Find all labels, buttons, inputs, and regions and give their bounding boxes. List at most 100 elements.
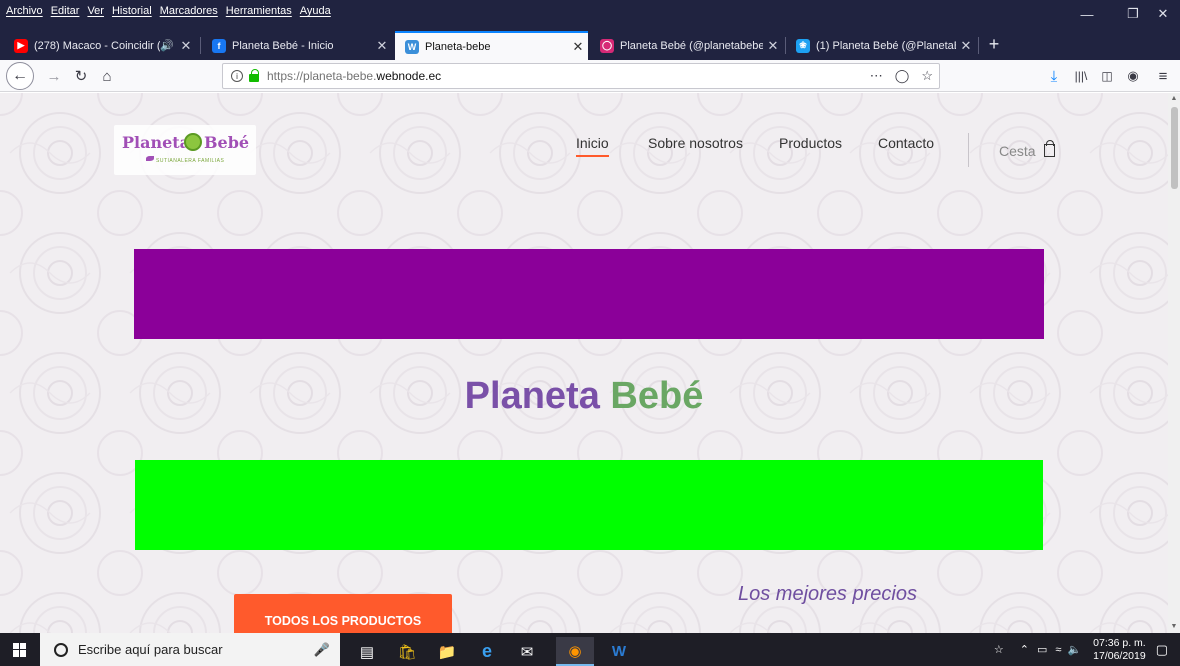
home-icon[interactable]: ⌂: [96, 64, 118, 88]
download-icon[interactable]: ⤓: [1044, 64, 1064, 88]
close-window-button[interactable]: ✕: [1146, 0, 1180, 28]
word-icon[interactable]: W: [600, 637, 638, 666]
system-tray: ☆ ⌃ ▭ ≈ 🔈 07:36 p. m. 17/06/2019 ▢: [994, 633, 1180, 666]
tab-separator: [978, 37, 979, 54]
hamburger-menu-icon[interactable]: ≡: [1152, 64, 1174, 88]
twitter-icon: ❀: [796, 38, 810, 53]
scrollbar-thumb[interactable]: [1171, 107, 1178, 189]
nav-sobre-nosotros[interactable]: Sobre nosotros: [648, 135, 743, 151]
close-tab-icon[interactable]: ✕: [176, 38, 196, 54]
tab-instagram[interactable]: ◯ Planeta Bebé (@planetabebe8) ✕: [590, 31, 783, 60]
menu-archivo[interactable]: Archivo: [6, 5, 43, 17]
tab-facebook[interactable]: f Planeta Bebé - Inicio ✕: [202, 31, 392, 60]
sidebar-icon[interactable]: ◫: [1096, 64, 1118, 88]
microphone-icon[interactable]: 🎤: [314, 642, 330, 658]
store-icon[interactable]: 🛍: [388, 637, 426, 666]
webnode-icon: W: [405, 39, 419, 54]
tagline-text: Los mejores precios: [738, 583, 917, 605]
tab-title: Planeta Bebé - Inicio: [232, 39, 334, 52]
close-tab-icon[interactable]: ✕: [568, 39, 588, 55]
taskbar: Escribe aquí para buscar 🎤 ▤ 🛍 📁 e ✉ ◉ W…: [0, 633, 1180, 666]
cart-label: Cesta: [999, 143, 1036, 159]
url-domain: webnode.ec: [376, 69, 442, 83]
cortana-icon: [54, 642, 68, 657]
battery-icon[interactable]: ▭: [1037, 643, 1047, 656]
nav-productos[interactable]: Productos: [779, 135, 842, 151]
close-tab-icon[interactable]: ✕: [956, 38, 976, 54]
globe-icon: [184, 133, 202, 151]
taskbar-search-box[interactable]: Escribe aquí para buscar 🎤: [40, 633, 340, 666]
task-view-icon[interactable]: ▤: [348, 637, 386, 666]
menu-bar: Archivo Editar Ver Historial Marcadores …: [6, 5, 331, 17]
tab-planeta-bebe[interactable]: W Planeta-bebe ✕: [395, 31, 588, 60]
menu-ayuda[interactable]: Ayuda: [300, 5, 331, 17]
back-button[interactable]: ←: [6, 62, 34, 90]
clock-time: 07:36 p. m.: [1093, 636, 1146, 649]
start-button[interactable]: [0, 633, 40, 666]
hero-word-bebe: Bebé: [610, 375, 704, 417]
bookmark-star-icon[interactable]: ☆: [921, 68, 933, 84]
library-icon[interactable]: |||\: [1070, 64, 1092, 88]
notifications-icon[interactable]: ▢: [1156, 642, 1168, 658]
file-explorer-icon[interactable]: 📁: [428, 637, 466, 666]
speaker-icon[interactable]: 🔊: [160, 39, 174, 52]
search-placeholder: Escribe aquí para buscar: [78, 642, 223, 657]
nav-contacto[interactable]: Contacto: [878, 135, 934, 151]
close-tab-icon[interactable]: ✕: [763, 38, 783, 54]
instagram-icon: ◯: [600, 38, 614, 53]
menu-marcadores[interactable]: Marcadores: [160, 5, 218, 17]
cart-link[interactable]: Cesta: [999, 139, 1055, 159]
nav-divider: [968, 133, 969, 167]
tab-youtube[interactable]: ▶ (278) Macaco - Coincidir (O 🔊 ✕: [4, 31, 196, 60]
logo-word-bebe: Bebé: [204, 133, 250, 152]
logo-tagline: SUTIANALERA FAMILIAS: [156, 158, 225, 164]
account-icon[interactable]: ◉: [1122, 64, 1144, 88]
clock[interactable]: 07:36 p. m. 17/06/2019: [1093, 637, 1146, 663]
url-bar[interactable]: i https://planeta-bebe.webnode.ec ⋯ ◯ ☆: [222, 63, 940, 89]
menu-herramientas[interactable]: Herramientas: [226, 5, 292, 17]
hero-word-planeta: Planeta: [464, 375, 600, 417]
new-tab-button[interactable]: +: [984, 32, 1004, 56]
minimize-button[interactable]: —: [1064, 0, 1110, 28]
windows-icon: [13, 642, 27, 657]
menu-ver[interactable]: Ver: [87, 5, 104, 17]
page-actions-icon[interactable]: ⋯: [870, 68, 883, 84]
tab-twitter[interactable]: ❀ (1) Planeta Bebé (@PlanetaBeb ✕: [786, 31, 976, 60]
scroll-up-icon[interactable]: ▲: [1168, 93, 1180, 105]
page-scrollbar[interactable]: ▲ ▼: [1168, 93, 1180, 633]
url-text[interactable]: https://planeta-bebe.webnode.ec: [267, 69, 441, 83]
nav-inicio[interactable]: Inicio: [576, 135, 609, 157]
all-products-button[interactable]: TODOS LOS PRODUCTOS: [234, 594, 452, 633]
clock-date: 17/06/2019: [1093, 649, 1146, 662]
wifi-icon[interactable]: ≈: [1055, 644, 1061, 656]
pocket-icon[interactable]: ◯: [895, 68, 910, 84]
menu-historial[interactable]: Historial: [112, 5, 152, 17]
tab-title: (1) Planeta Bebé (@PlanetaBeb: [816, 39, 956, 52]
purple-banner: [134, 249, 1044, 339]
scroll-down-icon[interactable]: ▼: [1168, 621, 1180, 633]
edge-icon[interactable]: e: [468, 637, 506, 666]
lock-icon[interactable]: [249, 69, 259, 82]
mail-icon[interactable]: ✉: [508, 637, 546, 666]
info-icon[interactable]: i: [231, 70, 243, 82]
tab-title: Planeta Bebé (@planetabebe8): [620, 39, 763, 52]
shopping-bag-icon: [1043, 139, 1055, 157]
logo-word-planeta: Planeta: [122, 133, 191, 152]
volume-icon[interactable]: 🔈: [1067, 643, 1081, 656]
youtube-icon: ▶: [14, 38, 28, 53]
tab-title: Planeta-bebe: [425, 40, 491, 53]
tab-separator: [200, 37, 201, 54]
forward-button[interactable]: →: [44, 64, 64, 88]
page-viewport: Planeta Bebé SUTIANALERA FAMILIAS Inicio…: [0, 93, 1168, 633]
menu-editar[interactable]: Editar: [51, 5, 80, 17]
window-titlebar: Archivo Editar Ver Historial Marcadores …: [0, 0, 1180, 28]
firefox-icon[interactable]: ◉: [556, 637, 594, 666]
url-prefix: https://planeta-bebe.: [267, 69, 377, 83]
tab-title: (278) Macaco - Coincidir (O: [34, 39, 161, 52]
site-logo[interactable]: Planeta Bebé SUTIANALERA FAMILIAS: [114, 125, 256, 175]
people-icon[interactable]: ☆: [994, 643, 1004, 656]
leaf-icon: [146, 156, 154, 161]
close-tab-icon[interactable]: ✕: [372, 38, 392, 54]
reload-icon[interactable]: ↻: [70, 64, 92, 88]
show-hidden-icons-icon[interactable]: ⌃: [1020, 643, 1029, 656]
